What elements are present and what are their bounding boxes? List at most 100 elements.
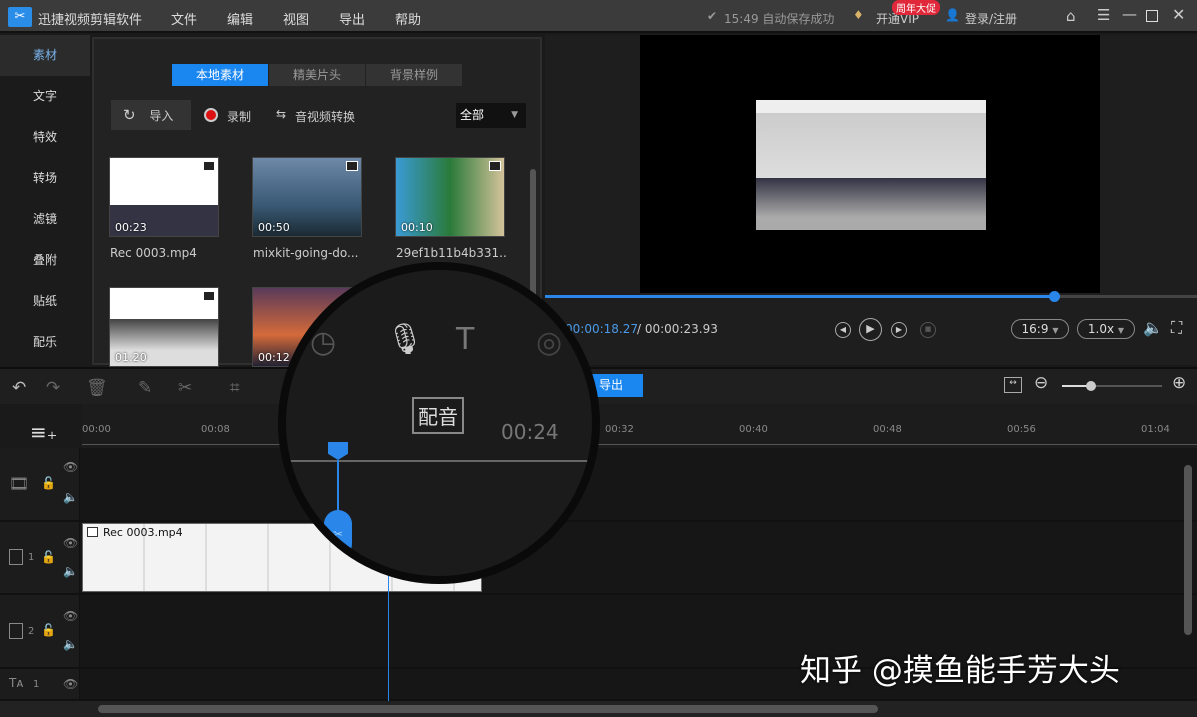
scissors-icon[interactable]: ✂ [324,510,352,558]
video-frame [756,100,986,230]
ruler-label: 00:32 [605,424,634,435]
media-thumb-2[interactable]: 00:50 [252,157,362,237]
timeline-ruler[interactable]: 00:00 00:08 00:32 00:40 00:48 00:56 01:0… [82,404,1197,448]
volume-icon[interactable]: 🔈 [63,490,78,504]
filter-select[interactable]: 全部 ▼ [456,103,526,128]
horizontal-scrollbar-track [0,701,1197,717]
lock-icon[interactable]: 🔓 [41,476,56,490]
video-main-track: 🎞 🔓 👁 🔈 [0,448,1197,522]
login-button[interactable]: 登录/注册 [965,10,1017,27]
ruler-label: 00:08 [201,424,230,435]
magnified-ruler [286,460,592,462]
ruler-label: 00:00 [82,424,111,435]
track-header: 1 🔓 👁 🔈 [0,522,80,593]
eye-icon[interactable]: 👁 [63,609,78,623]
zoom-out-icon[interactable]: ⊖ [1034,373,1048,393]
convert-icon: ⇆ [276,107,287,121]
lock-icon[interactable]: 🔓 [41,550,56,564]
sidebar-item-overlay[interactable]: 叠附 [0,240,90,281]
duration: 00:10 [401,221,433,234]
media-scrollbar[interactable] [530,169,536,309]
text-to-speech-icon: T [456,322,475,357]
menu-export[interactable]: 导出 [339,9,365,28]
home-icon[interactable]: ⌂ [1066,7,1076,25]
tab-backgrounds[interactable]: 背景样例 [366,64,462,86]
zoom-slider-handle[interactable] [1086,381,1096,391]
horizontal-scrollbar[interactable] [98,705,878,713]
duration: 00:23 [115,221,147,234]
media-thumb-3[interactable]: 00:10 [395,157,505,237]
edit-icon[interactable]: ✎ [138,378,152,398]
sidebar-item-material[interactable]: 素材 [0,35,90,76]
layer-icon [9,549,23,565]
next-frame-button[interactable]: ▶ [891,322,907,338]
media-thumb-1[interactable]: 00:23 [109,157,219,237]
crop-icon[interactable]: ⌗ [230,378,240,398]
vip-diamond-icon: ♦ [853,8,864,22]
filter-value: 全部 [460,108,485,122]
import-button[interactable]: ↻ 导入 [111,100,191,130]
progress-track[interactable] [545,295,1197,298]
record-icon[interactable] [204,108,218,122]
volume-icon[interactable]: 🔈 [1143,318,1163,337]
play-button[interactable]: ▶ [859,318,882,341]
magnifier-overlay: ◷ 🎙 T ◎ 配音 00:24 ✂ [278,262,600,584]
close-icon[interactable]: ✕ [1172,5,1185,24]
ruler-label: 00:48 [873,424,902,435]
eye-icon[interactable]: 👁 [63,677,78,691]
playhead-handle[interactable] [328,442,348,460]
delete-icon[interactable]: 🗑 [86,378,108,398]
sidebar-item-text[interactable]: 文字 [0,76,90,117]
speed-value: 1.0x [1087,322,1115,336]
vertical-scrollbar[interactable] [1184,465,1192,635]
menu-help[interactable]: 帮助 [395,9,421,28]
prev-frame-button[interactable]: ◀ [835,322,851,338]
speed-select[interactable]: 1.0x ▼ [1077,319,1135,339]
media-name-3: 29ef1b11b4b331... [396,246,508,260]
sidebar-item-transitions[interactable]: 转场 [0,158,90,199]
undo-icon[interactable]: ↶ [12,378,26,398]
media-thumb-4[interactable]: 01:20 [109,287,219,367]
add-track-icon[interactable]: ≡₊ [30,420,57,444]
track-header: 🎞 🔓 👁 🔈 [0,448,80,520]
maximize-icon[interactable] [1146,10,1158,22]
track-number: 1 [28,552,35,563]
split-icon[interactable]: ✂ [178,378,192,398]
minimize-icon[interactable]: — [1122,5,1137,23]
volume-icon[interactable]: 🔈 [63,637,78,651]
sidebar-item-filters[interactable]: 滤镜 [0,199,90,240]
eye-icon[interactable]: 👁 [63,536,78,550]
edit-toolbar: ↶ ↷ 🗑 ✎ ✂ ⌗ 导出 ↔ ⊖ ⊕ [0,367,1197,404]
menu-file[interactable]: 文件 [171,9,197,28]
redo-icon[interactable]: ↷ [46,378,60,398]
record-button[interactable]: 录制 [227,108,251,125]
fit-timeline-icon[interactable]: ↔ [1004,377,1022,393]
zoom-in-icon[interactable]: ⊕ [1172,373,1186,393]
zoom-slider[interactable] [1062,385,1162,387]
eye-icon[interactable]: 👁 [63,460,78,474]
video-icon [203,291,215,301]
volume-icon[interactable]: 🔈 [63,564,78,578]
aspect-ratio-select[interactable]: 16:9 ▼ [1011,319,1069,339]
menu-edit[interactable]: 编辑 [227,9,253,28]
microphone-icon[interactable]: 🎙 [386,322,424,357]
dub-tooltip: 配音 [412,397,464,434]
audio-extract-icon: ◎ [536,325,563,360]
sidebar: 素材 文字 特效 转场 滤镜 叠附 贴纸 配乐 [0,35,90,365]
menu-view[interactable]: 视图 [283,9,309,28]
progress-handle[interactable] [1048,291,1060,302]
ruler-label: 00:40 [739,424,768,435]
sidebar-item-music[interactable]: 配乐 [0,322,90,363]
stop-button[interactable]: ■ [920,322,936,338]
video-canvas [640,35,1100,293]
ruler-label: 00:56 [1007,424,1036,435]
tab-intros[interactable]: 精美片头 [269,64,365,86]
fullscreen-icon[interactable]: ⛶ [1171,318,1182,338]
watermark: 知乎 @摸鱼能手芳大头 [800,653,1120,689]
menu-icon[interactable]: ☰ [1097,6,1110,24]
tab-local[interactable]: 本地素材 [172,64,268,86]
lock-icon[interactable]: 🔓 [41,623,56,637]
sidebar-item-effects[interactable]: 特效 [0,117,90,158]
convert-button[interactable]: 音视频转换 [295,108,355,125]
sidebar-item-stickers[interactable]: 贴纸 [0,281,90,322]
